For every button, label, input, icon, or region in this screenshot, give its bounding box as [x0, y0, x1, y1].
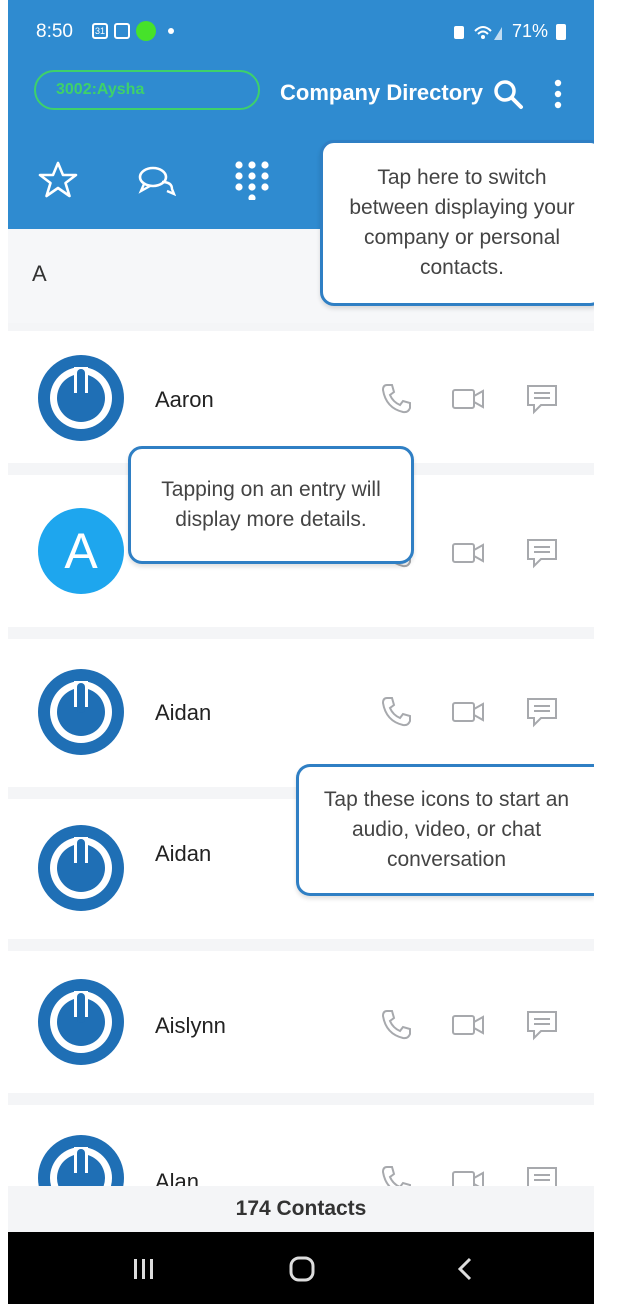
tooltip-text: Tap these icons to start an audio, video…	[323, 788, 570, 871]
audio-call-icon[interactable]	[378, 381, 414, 417]
calendar-icon: 31	[92, 23, 108, 39]
status-bar: 8:50 31 71%	[8, 0, 594, 66]
alarm-icon	[453, 25, 464, 39]
chat-message-icon[interactable]	[524, 1163, 560, 1186]
directory-toggle-title[interactable]: Company Directory	[280, 80, 483, 106]
home-icon[interactable]	[282, 1254, 322, 1284]
back-icon[interactable]	[446, 1254, 486, 1284]
contact-avatar-logo-icon	[38, 979, 124, 1065]
status-time: 8:50	[36, 21, 73, 42]
contact-avatar-logo-icon	[38, 355, 124, 441]
more-options-icon[interactable]	[546, 78, 570, 110]
chat-message-icon[interactable]	[524, 381, 560, 417]
dialpad-icon[interactable]	[232, 160, 272, 200]
system-icons: 71%	[452, 21, 566, 42]
audio-call-icon[interactable]	[378, 1163, 414, 1186]
video-call-icon[interactable]	[450, 535, 486, 571]
favorites-star-icon[interactable]	[38, 160, 78, 200]
contact-row[interactable]: Aaron	[8, 331, 594, 463]
section-letter: A	[32, 261, 47, 286]
account-selector[interactable]: 3002:Aysha	[34, 70, 260, 110]
phone-screen: 8:50 31 71% 3002:Aysha Company Directory…	[8, 0, 594, 1304]
contact-avatar-logo-icon	[38, 1135, 124, 1186]
battery-percent: 71%	[511, 21, 548, 41]
video-call-icon[interactable]	[450, 1163, 486, 1186]
battery-icon	[556, 23, 566, 40]
audio-call-icon[interactable]	[378, 1007, 414, 1043]
active-call-indicator-icon	[136, 21, 156, 41]
contact-row[interactable]: Alan	[8, 1105, 594, 1186]
tooltip-entry-details: Tapping on an entry will display more de…	[128, 446, 414, 564]
chat-message-icon[interactable]	[524, 535, 560, 571]
contact-name: Aidan	[155, 841, 212, 866]
recent-apps-icon[interactable]	[124, 1254, 164, 1284]
contact-name: Aaron	[155, 387, 214, 412]
search-icon[interactable]	[492, 78, 524, 110]
tooltip-switch-directory: Tap here to switch between displaying yo…	[320, 140, 594, 306]
tooltip-text: Tapping on an entry will display more de…	[161, 478, 381, 531]
chat-message-icon[interactable]	[524, 694, 560, 730]
contact-avatar-logo-icon	[38, 669, 124, 755]
tooltip-text: Tap here to switch between displaying yo…	[349, 166, 575, 279]
video-call-icon[interactable]	[450, 381, 486, 417]
contact-avatar-logo-icon	[38, 825, 124, 911]
tooltip-call-icons: Tap these icons to start an audio, video…	[296, 764, 594, 896]
chat-bubbles-icon[interactable]	[136, 160, 176, 200]
wifi-signal-icon	[474, 25, 502, 40]
gallery-icon	[114, 23, 130, 39]
system-nav-bar	[8, 1232, 594, 1304]
contact-count: 174 Contacts	[8, 1186, 594, 1232]
contact-row[interactable]: Aislynn	[8, 951, 594, 1093]
notification-icons: 31	[92, 21, 174, 41]
audio-call-icon[interactable]	[378, 694, 414, 730]
contact-name: Aidan	[155, 700, 212, 725]
video-call-icon[interactable]	[450, 694, 486, 730]
contact-avatar-letter: A	[38, 508, 124, 594]
contact-name: Alan	[155, 1169, 200, 1186]
notification-dot-icon	[168, 28, 174, 34]
chat-message-icon[interactable]	[524, 1007, 560, 1043]
contact-name: Aislynn	[155, 1013, 226, 1038]
video-call-icon[interactable]	[450, 1007, 486, 1043]
